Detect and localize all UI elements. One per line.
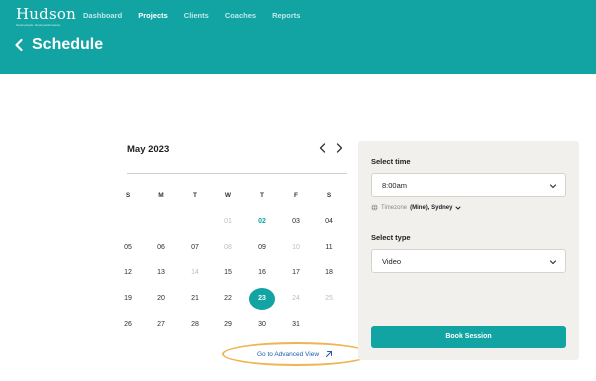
weekday-header: M <box>158 192 164 199</box>
chevron-left-icon[interactable] <box>14 38 24 52</box>
time-select[interactable]: 8:00am <box>371 173 566 197</box>
calendar-day[interactable]: 21 <box>182 289 208 309</box>
calendar-divider <box>127 173 347 174</box>
logo-wordmark: Hudson <box>16 5 76 23</box>
nav-item-coaches[interactable]: Coaches <box>225 11 256 20</box>
calendar-day[interactable]: 16 <box>249 263 275 283</box>
globe-icon <box>371 204 378 211</box>
external-arrow-icon <box>326 351 333 357</box>
time-select-value: 8:00am <box>382 181 408 190</box>
weekday-header: S <box>125 192 131 199</box>
chevron-down-icon[interactable] <box>455 205 461 211</box>
booking-panel: Select time 8:00am Timezone (Mine), Sydn… <box>358 141 579 360</box>
calendar-month-label: May 2023 <box>127 144 170 155</box>
calendar-day[interactable]: 20 <box>148 289 174 309</box>
nav-item-clients[interactable]: Clients <box>184 11 209 20</box>
calendar-day[interactable]: 10 <box>283 238 309 258</box>
calendar-day[interactable]: 15 <box>215 263 241 283</box>
select-type-label: Select type <box>371 233 411 242</box>
calendar-day[interactable]: 06 <box>148 238 174 258</box>
weekday-header: T <box>260 192 264 199</box>
timezone-label: Timezone <box>381 204 408 211</box>
app-header: Hudson Great people. Great performance. … <box>0 0 596 74</box>
calendar-day[interactable]: 19 <box>115 289 141 309</box>
calendar-day[interactable]: 26 <box>115 315 141 335</box>
calendar-day[interactable]: 07 <box>182 238 208 258</box>
type-select-value: Video <box>382 257 402 266</box>
calendar-day[interactable]: 04 <box>316 212 342 232</box>
chevron-right-icon[interactable] <box>334 142 344 154</box>
select-time-label: Select time <box>371 157 411 166</box>
calendar-day[interactable]: 31 <box>283 315 309 335</box>
logo-tagline: Great people. Great performance. <box>16 23 62 27</box>
calendar-day[interactable]: 08 <box>215 238 241 258</box>
chevron-left-icon[interactable] <box>318 142 328 154</box>
advanced-view-label: Go to Advanced View <box>257 350 320 358</box>
chevron-down-icon <box>549 184 557 189</box>
timezone-row: Timezone (Mine), Sydney <box>371 204 461 211</box>
nav-item-dashboard[interactable]: Dashboard <box>83 11 122 20</box>
calendar-day[interactable]: 14 <box>182 263 208 283</box>
calendar-day[interactable]: 22 <box>215 289 241 309</box>
weekday-header: S <box>326 192 332 199</box>
calendar-day[interactable]: 11 <box>316 238 342 258</box>
calendar-day[interactable]: 29 <box>215 315 241 335</box>
page-title: Schedule <box>32 36 104 53</box>
calendar-nav <box>318 142 344 154</box>
type-select[interactable]: Video <box>371 249 566 273</box>
calendar-day[interactable]: 18 <box>316 263 342 283</box>
timezone-value[interactable]: (Mine), Sydney <box>410 205 452 211</box>
advanced-view-link[interactable]: Go to Advanced View <box>257 350 333 358</box>
weekday-header: T <box>193 192 197 199</box>
calendar-day[interactable]: 01 <box>215 212 241 232</box>
weekday-header: F <box>294 192 298 199</box>
nav-item-projects[interactable]: Projects <box>138 11 168 20</box>
hudson-logo[interactable]: Hudson Great people. Great performance. <box>16 6 76 27</box>
calendar-day[interactable]: 25 <box>316 289 342 309</box>
calendar-day[interactable]: 13 <box>148 263 174 283</box>
calendar-day[interactable]: 02 <box>249 212 275 232</box>
calendar-day[interactable]: 05 <box>115 238 141 258</box>
calendar-day[interactable]: 17 <box>283 263 309 283</box>
calendar-day[interactable]: 27 <box>148 315 174 335</box>
chevron-down-icon <box>549 260 557 265</box>
nav-item-reports[interactable]: Reports <box>272 11 300 20</box>
top-nav: Dashboard Projects Clients Coaches Repor… <box>83 11 300 20</box>
calendar-day[interactable]: 28 <box>182 315 208 335</box>
book-session-button[interactable]: Book Session <box>371 326 566 348</box>
calendar-day[interactable]: 24 <box>283 289 309 309</box>
page-header: Schedule <box>14 36 103 54</box>
calendar-day[interactable]: 30 <box>249 315 275 335</box>
weekday-header: W <box>224 192 232 199</box>
calendar-day[interactable]: 09 <box>249 238 275 258</box>
calendar-day[interactable]: 03 <box>283 212 309 232</box>
calendar-day[interactable]: 12 <box>115 263 141 283</box>
calendar-day-selected[interactable]: 23 <box>249 288 275 310</box>
